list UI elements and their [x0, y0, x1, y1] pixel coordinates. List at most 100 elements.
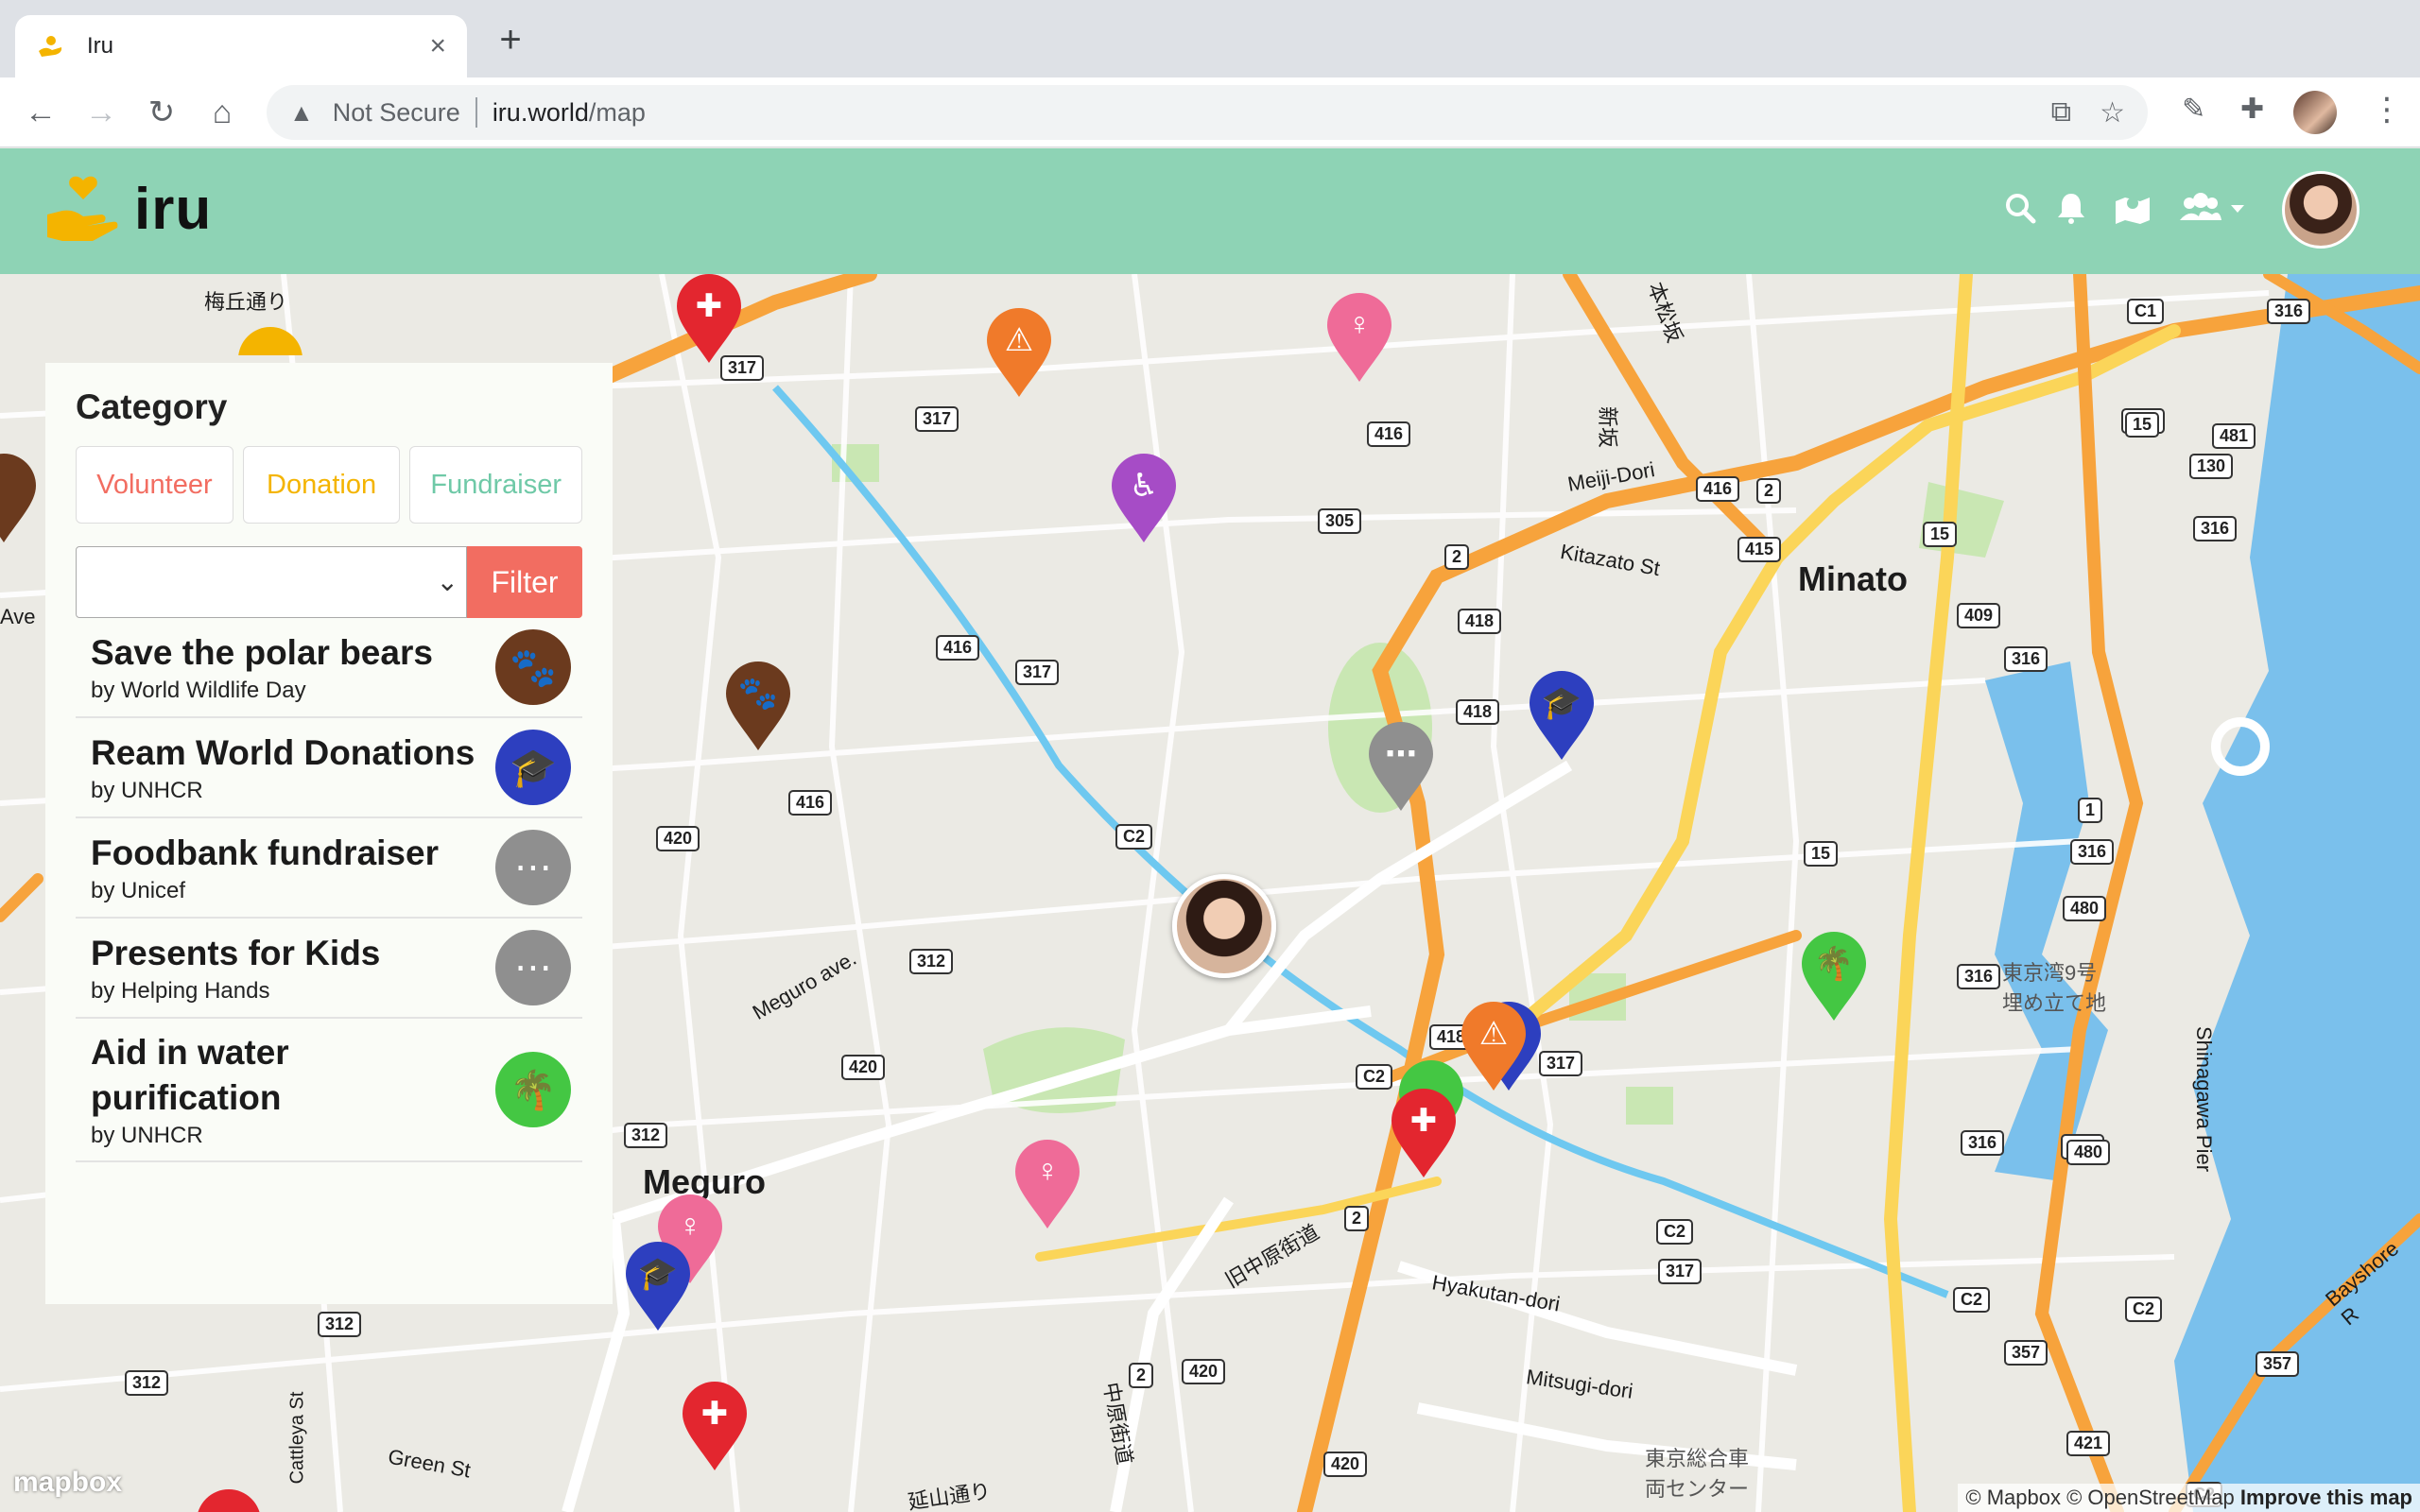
- map-marked-icon[interactable]: [2114, 192, 2152, 232]
- forward-icon[interactable]: →: [79, 91, 123, 134]
- bookmark-star-icon[interactable]: ☆: [2100, 96, 2125, 129]
- improve-map-link[interactable]: Improve this map: [2240, 1486, 2412, 1509]
- app-logo[interactable]: iru: [45, 173, 212, 245]
- road-number-shield: 312: [318, 1312, 362, 1337]
- campaign-title: Aid in water purification: [91, 1033, 289, 1117]
- category-heading: Category: [76, 387, 228, 426]
- category-volunteer-button[interactable]: Volunteer: [76, 446, 233, 524]
- road-number-shield: 316: [1957, 964, 2001, 989]
- filter-row: ⌄ Filter: [76, 546, 582, 618]
- map-pin-medical[interactable]: ✚: [681, 1382, 749, 1472]
- campaign-list: Save the polar bears by World Wildlife D…: [76, 618, 582, 1162]
- ellipsis-icon: ⋯: [495, 830, 571, 905]
- close-tab-icon[interactable]: ×: [429, 30, 446, 62]
- road-number-shield: C1: [2127, 299, 2165, 324]
- road-number-shield: 316: [2004, 646, 2048, 672]
- road-number-shield: 2: [1129, 1363, 1154, 1388]
- mapbox-logo[interactable]: mapbox: [13, 1467, 122, 1499]
- campaign-title: Save the polar bears: [91, 633, 433, 672]
- road-number-shield: 15: [1923, 522, 1958, 547]
- place-label-minato: Minato: [1798, 559, 1908, 598]
- campaign-title: Foodbank fundraiser: [91, 833, 439, 872]
- map-pin-volunteer[interactable]: [236, 327, 304, 355]
- new-tab-button[interactable]: +: [492, 21, 529, 59]
- map-pin-medical[interactable]: ✚: [1390, 1089, 1458, 1179]
- road-number-shield: 420: [841, 1055, 886, 1080]
- street-label: 東京総合車 両センター: [1645, 1447, 1750, 1501]
- map-pin-animals[interactable]: [0, 454, 38, 544]
- road-number-shield: 312: [909, 949, 954, 974]
- road-number-shield: 1: [2078, 798, 2103, 823]
- tab-title: Iru: [87, 33, 114, 59]
- street-label: Ave: [0, 605, 36, 628]
- browser-menu-icon[interactable]: ⋮: [2371, 91, 2403, 129]
- category-donation-button[interactable]: Donation: [242, 446, 401, 524]
- map-pin-animals[interactable]: 🐾: [724, 662, 792, 752]
- filter-button[interactable]: Filter: [467, 546, 582, 618]
- road-number-shield: 2: [1756, 478, 1782, 504]
- road-number-shield: 2: [1444, 544, 1470, 570]
- back-icon[interactable]: ←: [19, 91, 62, 134]
- road-number-shield: C2: [1656, 1219, 1694, 1245]
- red-cross-icon: ✚: [1409, 1103, 1438, 1139]
- translate-icon[interactable]: ⧉: [2051, 96, 2071, 129]
- graduation-cap-icon: 🎓: [1541, 685, 1582, 721]
- user-avatar[interactable]: [2282, 171, 2360, 249]
- map-pin-medical[interactable]: ✚: [675, 274, 743, 365]
- road-number-shield: 15: [1804, 841, 1839, 867]
- url-host: iru.world: [492, 97, 589, 127]
- road-number-shield: 317: [915, 406, 959, 432]
- app-header: iru: [0, 148, 2420, 274]
- road-number-shield: 480: [2066, 1140, 2111, 1165]
- extensions-puzzle-icon[interactable]: ✚: [2240, 93, 2264, 126]
- map-pin-accessibility[interactable]: ♿: [1110, 454, 1178, 544]
- road-number-shield: 416: [1696, 476, 1740, 502]
- map-pin-women[interactable]: ♀: [1013, 1140, 1081, 1230]
- map-pin-women[interactable]: ♀: [1325, 293, 1393, 384]
- road-number-shield: 316: [2267, 299, 2311, 324]
- category-panel: Category Volunteer Donation Fundraiser ⌄…: [45, 363, 613, 1304]
- road-number-shield: 15: [2125, 412, 2160, 438]
- list-item[interactable]: Ream World Donations by UNHCR 🎓: [76, 718, 582, 818]
- map-attribution: © Mapbox © OpenStreetMap Improve this ma…: [1958, 1484, 2420, 1512]
- search-icon[interactable]: [2004, 192, 2036, 232]
- road-number-shield: C2: [2125, 1297, 2163, 1322]
- wheelchair-icon: ♿: [1129, 468, 1159, 504]
- map-pin-water[interactable]: 🌴: [1800, 932, 1868, 1022]
- road-number-shield: C2: [1356, 1064, 1393, 1090]
- map-pin-medical[interactable]: [195, 1489, 263, 1512]
- map-pin-other[interactable]: ⋯: [1367, 722, 1435, 813]
- map-pin-warning[interactable]: ⚠: [985, 308, 1053, 399]
- category-fundraiser-button[interactable]: Fundraiser: [409, 446, 582, 524]
- eyedropper-extension-icon[interactable]: ✎: [2182, 93, 2205, 126]
- browser-profile-avatar[interactable]: [2293, 91, 2337, 134]
- category-buttons: Volunteer Donation Fundraiser: [76, 446, 582, 524]
- campaign-organizer: by UNHCR: [91, 1123, 203, 1148]
- road-number-shield: 420: [1182, 1359, 1226, 1384]
- category-select[interactable]: ⌄: [76, 546, 467, 618]
- community-users-dropdown-icon[interactable]: [2178, 192, 2252, 232]
- address-bar[interactable]: ▲ Not Secure iru.world /map ⧉ ☆: [267, 85, 2148, 140]
- road-number-shield: 316: [2070, 839, 2115, 865]
- map-pin-education[interactable]: 🎓: [1528, 671, 1596, 762]
- street-label: 梅丘通り: [204, 290, 288, 314]
- browser-tab[interactable]: Iru ×: [15, 15, 467, 77]
- warning-triangle-icon: ⚠: [1478, 1016, 1509, 1052]
- campaign-organizer: by Unicef: [91, 878, 186, 903]
- list-item[interactable]: Aid in water purification by UNHCR 🌴: [76, 1019, 582, 1162]
- home-icon[interactable]: ⌂: [200, 91, 244, 134]
- road-number-shield: 317: [1658, 1259, 1703, 1284]
- reload-icon[interactable]: ↻: [140, 91, 183, 134]
- list-item[interactable]: Save the polar bears by World Wildlife D…: [76, 618, 582, 718]
- list-item[interactable]: Foodbank fundraiser by Unicef ⋯: [76, 818, 582, 919]
- paw-icon: 🐾: [737, 676, 779, 712]
- palm-tree-icon: 🌴: [495, 1052, 571, 1127]
- map-pin-education[interactable]: 🎓: [624, 1242, 692, 1332]
- road-number-shield: 418: [1456, 699, 1500, 725]
- current-user-location-avatar[interactable]: [1172, 874, 1276, 978]
- map-pin-warning[interactable]: ⚠: [1460, 1002, 1528, 1092]
- street-label: Cattleya St: [286, 1391, 308, 1485]
- notifications-bell-icon[interactable]: [2057, 192, 2085, 232]
- list-item[interactable]: Presents for Kids by Helping Hands ⋯: [76, 919, 582, 1019]
- warning-triangle-icon: ⚠: [1004, 322, 1034, 358]
